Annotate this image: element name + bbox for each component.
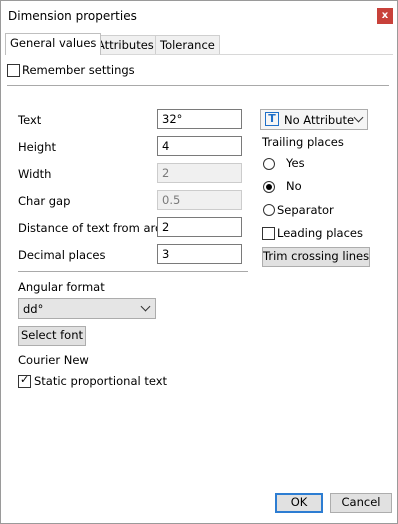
leading-places-label: Leading places — [277, 226, 363, 240]
radio-no[interactable] — [263, 181, 275, 193]
title-bar: Dimension properties x — [1, 1, 397, 31]
distance-label: Distance of text from arc — [18, 221, 162, 235]
decimal-places-label: Decimal places — [18, 248, 106, 262]
tab-label: General values — [10, 36, 97, 50]
remember-settings-label: Remember settings — [22, 63, 135, 77]
attribute-value: No Attribute — [284, 113, 355, 127]
width-field[interactable]: 2 — [157, 163, 242, 183]
select-font-button[interactable]: Select font — [18, 326, 86, 346]
tab-tolerance[interactable]: Tolerance — [155, 35, 220, 54]
cancel-button[interactable]: Cancel — [330, 493, 392, 513]
static-proportional-label: Static proportional text — [34, 374, 168, 388]
angular-format-dropdown[interactable]: dd° — [18, 298, 156, 319]
radio-separator[interactable] — [263, 204, 275, 216]
distance-field[interactable]: 2 — [157, 217, 242, 237]
font-name: Courier New — [18, 353, 89, 367]
close-button[interactable]: x — [377, 8, 393, 24]
remember-settings-checkbox[interactable] — [7, 64, 20, 77]
dialog-title: Dimension properties — [8, 9, 137, 23]
attribute-dropdown[interactable]: T No Attribute — [260, 109, 368, 130]
tab-label: Attributes — [97, 38, 154, 52]
width-label: Width — [18, 167, 52, 181]
chevron-down-icon — [140, 301, 151, 312]
ok-button[interactable]: OK — [275, 493, 323, 513]
angular-format-label: Angular format — [18, 280, 105, 294]
char-gap-field[interactable]: 0.5 — [157, 190, 242, 210]
radio-separator-label: Separator — [277, 203, 334, 217]
angular-format-value: dd° — [23, 302, 44, 316]
text-field[interactable]: 32° — [157, 109, 242, 129]
chevron-down-icon — [353, 112, 364, 123]
radio-yes-label: Yes — [286, 156, 305, 170]
leading-places-checkbox[interactable] — [262, 227, 275, 240]
height-field[interactable]: 4 — [157, 136, 242, 156]
trim-crossing-lines-button[interactable]: Trim crossing lines — [262, 247, 370, 267]
tab-label: Tolerance — [160, 38, 215, 52]
char-gap-label: Char gap — [18, 194, 71, 208]
decimal-places-field[interactable]: 3 — [157, 244, 242, 264]
text-label: Text — [18, 113, 42, 127]
radio-no-label: No — [286, 179, 302, 193]
radio-yes[interactable] — [263, 158, 275, 170]
tab-attributes[interactable]: Attributes — [92, 35, 159, 54]
dialog-window: Dimension properties x General values At… — [0, 0, 398, 524]
text-T-icon: T — [265, 112, 279, 126]
separator-line — [18, 271, 248, 272]
trailing-places-label: Trailing places — [262, 135, 344, 149]
close-icon: x — [381, 10, 389, 21]
tab-general-values[interactable]: General values — [5, 33, 102, 55]
static-proportional-checkbox[interactable] — [18, 373, 31, 388]
separator-line — [7, 85, 389, 86]
height-label: Height — [18, 140, 57, 154]
